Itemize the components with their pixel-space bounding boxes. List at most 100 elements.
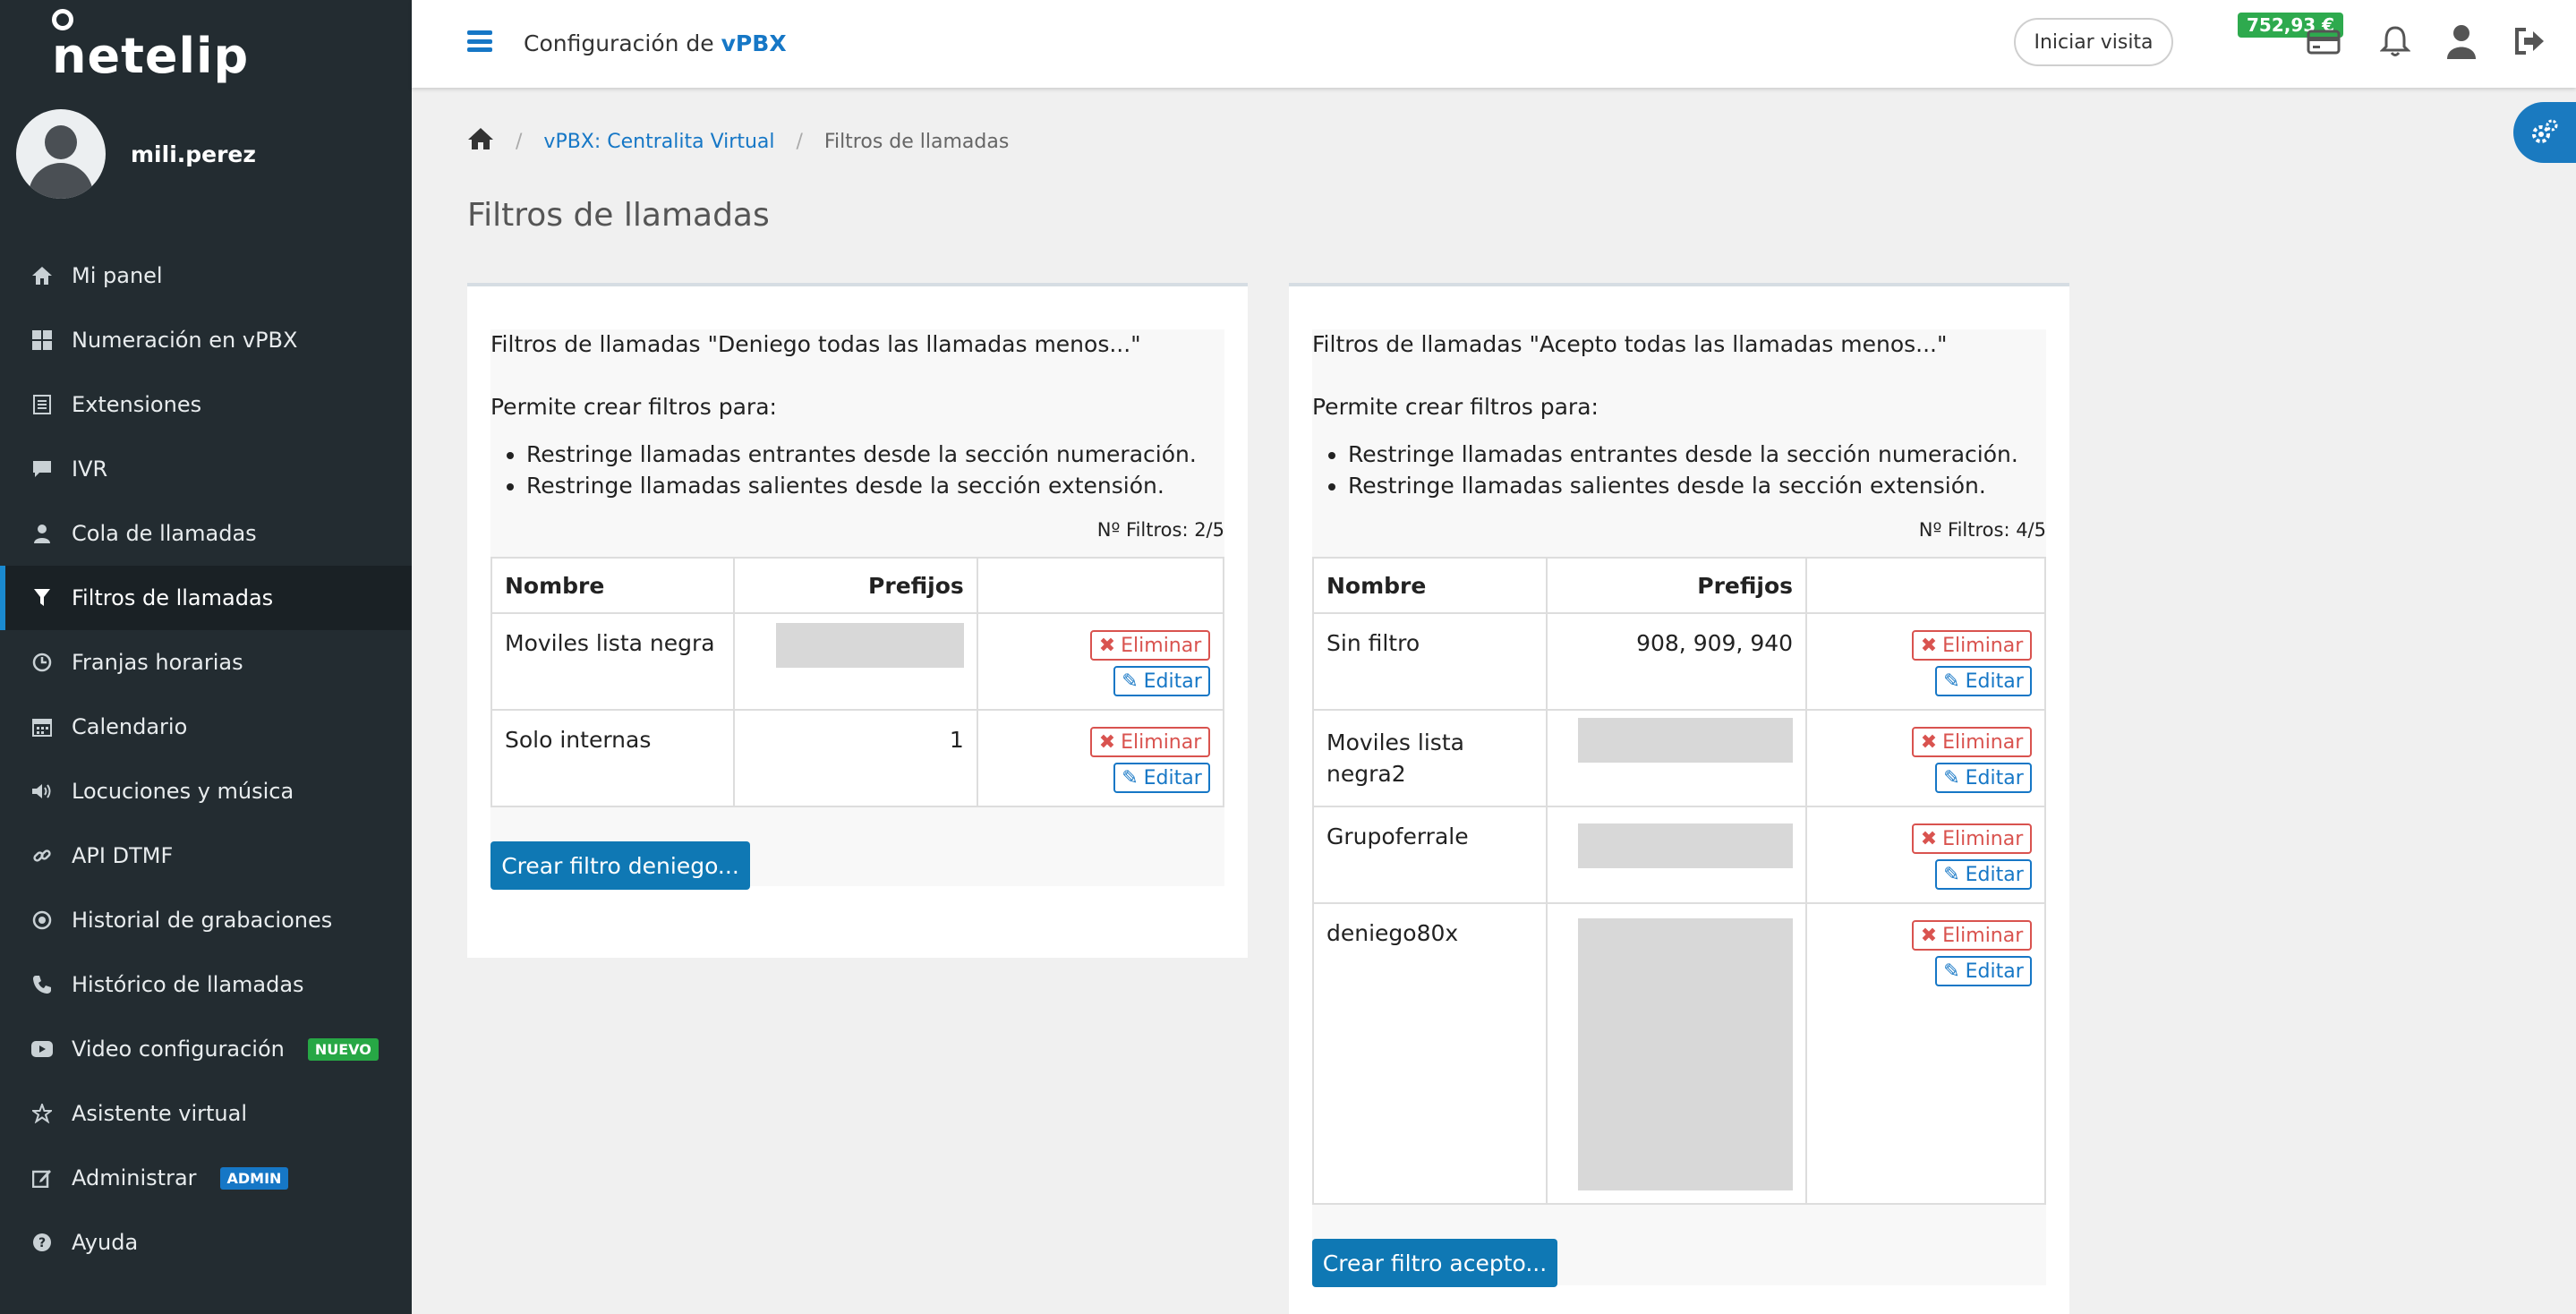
- phone-icon: [30, 973, 54, 996]
- new-badge: NUEVO: [307, 1037, 379, 1061]
- sidebar-item-label: Ayuda: [72, 1230, 139, 1255]
- delete-button[interactable]: ✖ Eliminar: [1912, 630, 2032, 661]
- table-row: Solo internas 1 ✖ Eliminar ✎ Editar: [490, 709, 1225, 807]
- sidebar-item-calendario[interactable]: Calendario: [0, 695, 412, 759]
- filter-prefixes: [733, 612, 978, 711]
- top-title: Configuración de vPBX: [524, 30, 787, 56]
- deny-panel-bullets: Restringe llamadas entrantes desde la se…: [494, 439, 1197, 501]
- row-actions: ✖ Eliminar ✎ Editar: [1805, 902, 2046, 1205]
- sidebar-nav: Mi panel Numeración en vPBX Extensiones …: [0, 243, 412, 1275]
- sidebar-item-label: Asistente virtual: [72, 1101, 248, 1126]
- bullet-item: Restringe llamadas entrantes desde la se…: [1348, 439, 2018, 470]
- bullet-item: Restringe llamadas entrantes desde la se…: [526, 439, 1197, 470]
- column-header-name: Nombre: [490, 557, 736, 614]
- sidebar-item-asistente[interactable]: Asistente virtual: [0, 1081, 412, 1146]
- row-actions: ✖ Eliminar ✎ Editar: [976, 612, 1225, 711]
- sidebar-item-grabaciones[interactable]: Historial de grabaciones: [0, 888, 412, 952]
- menu-toggle-icon[interactable]: [467, 30, 492, 52]
- breadcrumb: / vPBX: Centralita Virtual / Filtros de …: [467, 127, 1009, 156]
- breadcrumb-home-icon[interactable]: [467, 127, 494, 156]
- top-title-prefix: Configuración de: [524, 30, 714, 56]
- edit-button[interactable]: ✎ Editar: [1113, 666, 1210, 696]
- sidebar-item-ivr[interactable]: IVR: [0, 437, 412, 501]
- user-profile: mili.perez: [16, 109, 256, 199]
- filter-icon: [30, 586, 54, 610]
- redacted-prefixes: [775, 623, 964, 668]
- sidebar-item-label: Video configuración: [72, 1037, 285, 1062]
- sidebar-item-label: Histórico de llamadas: [72, 972, 304, 997]
- redacted-prefixes: [1578, 918, 1794, 1190]
- create-deny-filter-button[interactable]: Crear filtro deniego...: [490, 841, 750, 890]
- edit-button[interactable]: ✎ Editar: [1935, 666, 2032, 696]
- chat-icon: [30, 457, 54, 481]
- edit-button[interactable]: ✎ Editar: [1113, 763, 1210, 793]
- row-actions: ✖ Eliminar ✎ Editar: [1805, 612, 2046, 711]
- sidebar-item-api-dtmf[interactable]: API DTMF: [0, 823, 412, 888]
- list-icon: [30, 393, 54, 416]
- deny-filter-count: Nº Filtros: 2/5: [1096, 519, 1224, 541]
- logout-icon[interactable]: [2510, 21, 2549, 61]
- edit-icon: [30, 1166, 54, 1190]
- table-row: Sin filtro 908, 909, 940 ✖ Eliminar ✎ Edit…: [1311, 612, 2046, 711]
- user-icon: [30, 522, 54, 545]
- sidebar-item-label: Extensiones: [72, 392, 202, 417]
- breadcrumb-separator: /: [796, 130, 803, 153]
- sidebar-item-locuciones[interactable]: Locuciones y música: [0, 759, 412, 823]
- table-row: Moviles lista negra ✖ Eliminar ✎ Editar: [490, 612, 1225, 711]
- grid-icon: [30, 328, 54, 352]
- deny-panel-title: Filtros de llamadas "Deniego todas las l…: [490, 331, 1141, 357]
- breadcrumb-separator: /: [516, 130, 523, 153]
- accept-panel-bullets: Restringe llamadas entrantes desde la se…: [1316, 439, 2018, 501]
- sidebar-item-ayuda[interactable]: ? Ayuda: [0, 1210, 412, 1275]
- edit-button[interactable]: ✎ Editar: [1935, 956, 2032, 986]
- settings-gear-icon[interactable]: [2513, 102, 2576, 163]
- deny-panel-description: Permite crear filtros para:: [490, 394, 777, 420]
- top-title-brand: vPBX: [721, 30, 787, 56]
- sidebar-item-label: Locuciones y música: [72, 779, 294, 804]
- edit-button[interactable]: ✎ Editar: [1935, 859, 2032, 890]
- sidebar-item-extensiones[interactable]: Extensiones: [0, 372, 412, 437]
- edit-button[interactable]: ✎ Editar: [1935, 763, 2032, 793]
- delete-button[interactable]: ✖ Eliminar: [1912, 727, 2032, 757]
- row-actions: ✖ Eliminar ✎ Editar: [1805, 806, 2046, 904]
- accept-filter-count: Nº Filtros: 4/5: [1918, 519, 2046, 541]
- delete-button[interactable]: ✖ Eliminar: [1912, 823, 2032, 854]
- column-header-actions: [976, 557, 1225, 614]
- sidebar-item-cola[interactable]: Cola de llamadas: [0, 501, 412, 566]
- table-row: Moviles lista negra2 ✖ Eliminar ✎ Editar: [1311, 709, 2046, 807]
- column-header-prefixes: Prefijos: [1546, 557, 1808, 614]
- sidebar-item-historico[interactable]: Histórico de llamadas: [0, 952, 412, 1017]
- credit-card-icon[interactable]: [2304, 21, 2343, 61]
- delete-button[interactable]: ✖ Eliminar: [1090, 727, 1210, 757]
- top-bar: Configuración de vPBX Iniciar visita 752…: [412, 0, 2576, 88]
- user-account-icon[interactable]: [2442, 21, 2481, 61]
- link-icon: [30, 844, 54, 867]
- bullet-item: Restringe llamadas salientes desde la se…: [1348, 470, 2018, 501]
- sidebar-item-video[interactable]: Video configuración NUEVO: [0, 1017, 412, 1081]
- sidebar-item-mi-panel[interactable]: Mi panel: [0, 243, 412, 308]
- sidebar-item-label: API DTMF: [72, 843, 174, 868]
- breadcrumb-current: Filtros de llamadas: [823, 130, 1010, 153]
- filter-name: Moviles lista negra2: [1311, 709, 1548, 807]
- bell-icon[interactable]: [2376, 21, 2415, 61]
- filter-name: Moviles lista negra: [490, 612, 736, 711]
- video-icon: [30, 1037, 54, 1061]
- sidebar-item-filtros[interactable]: Filtros de llamadas: [0, 566, 412, 630]
- delete-button[interactable]: ✖ Eliminar: [1912, 920, 2032, 951]
- sidebar-item-franjas[interactable]: Franjas horarias: [0, 630, 412, 695]
- sidebar-item-numeracion[interactable]: Numeración en vPBX: [0, 308, 412, 372]
- home-icon: [30, 264, 54, 287]
- column-header-name: Nombre: [1311, 557, 1548, 614]
- table-row: Grupoferrale ✖ Eliminar ✎ Editar: [1311, 806, 2046, 904]
- bullet-item: Restringe llamadas salientes desde la se…: [526, 470, 1197, 501]
- svg-text:?: ?: [38, 1236, 46, 1250]
- sidebar-item-administrar[interactable]: Administrar ADMIN: [0, 1146, 412, 1210]
- delete-button[interactable]: ✖ Eliminar: [1090, 630, 1210, 661]
- create-accept-filter-button[interactable]: Crear filtro acepto...: [1312, 1239, 1557, 1287]
- breadcrumb-link[interactable]: vPBX: Centralita Virtual: [543, 131, 774, 153]
- row-actions: ✖ Eliminar ✎ Editar: [976, 709, 1225, 807]
- deny-filters-panel: Filtros de llamadas "Deniego todas las l…: [467, 283, 1248, 958]
- start-visit-button[interactable]: Iniciar visita: [2014, 18, 2173, 66]
- sidebar-item-label: Numeración en vPBX: [72, 328, 298, 353]
- brand-logo[interactable]: netelip: [52, 9, 249, 81]
